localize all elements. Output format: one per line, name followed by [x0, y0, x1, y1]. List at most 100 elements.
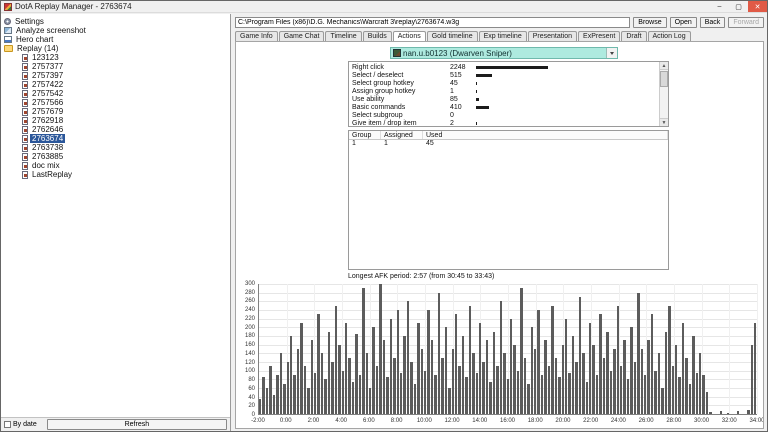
tree-item[interactable]: 2757377: [4, 62, 228, 71]
chart-bar: [468, 305, 472, 414]
close-button[interactable]: ✕: [748, 1, 767, 12]
afk-period-text: Longest AFK period: 2:57 (from 30:45 to …: [348, 273, 495, 280]
chart-bar: [540, 375, 544, 414]
tree-item[interactable]: Replay (14): [4, 44, 228, 53]
scrollbar-thumb[interactable]: [660, 71, 668, 87]
player-select-value: nan.u.b0123 (Dwarven Sniper): [403, 48, 512, 58]
tree-item[interactable]: Settings: [4, 17, 228, 26]
chart-bar: [276, 375, 279, 414]
chart-bar: [351, 381, 355, 414]
by-date-checkbox[interactable]: [4, 421, 11, 428]
tree-item[interactable]: 2757422: [4, 80, 228, 89]
scroll-up-icon[interactable]: ▲: [660, 62, 668, 70]
tree-item[interactable]: doc mix: [4, 161, 228, 170]
tab-timeline[interactable]: Timeline: [325, 31, 362, 41]
chart-bar: [492, 331, 496, 414]
chart-bar: [382, 340, 386, 414]
tree-item[interactable]: 2762918: [4, 116, 228, 125]
action-count-row: Basic commands 410: [350, 103, 658, 111]
chart-bar: [516, 370, 520, 414]
tree-item[interactable]: 2763674: [4, 134, 228, 143]
chart-bar: [754, 323, 757, 414]
chart-bar: [589, 323, 592, 414]
tab-expresent[interactable]: ExPresent: [578, 31, 621, 41]
replay-file-icon: [22, 62, 28, 71]
replay-path-input[interactable]: [235, 16, 631, 28]
group-table-cell: 1: [384, 140, 388, 147]
tab-game-info[interactable]: Game Info: [235, 31, 278, 41]
chart-bar: [520, 288, 523, 414]
action-value-bar: [476, 121, 477, 125]
chart-bar: [564, 318, 568, 414]
action-value-bar: [476, 105, 489, 109]
tab-exp-timeline[interactable]: Exp timeline: [478, 31, 527, 41]
chart-bar: [534, 349, 537, 414]
chart-bar: [437, 292, 441, 414]
open-button[interactable]: Open: [669, 16, 697, 28]
address-bar: Browse Open Back Forward: [232, 14, 767, 30]
tree-item[interactable]: 2757679: [4, 107, 228, 116]
group-table-rows: 1 1 45: [349, 140, 668, 148]
actions-scrollbar[interactable]: ▲ ▼: [659, 62, 668, 126]
chart-bar: [637, 292, 640, 414]
chart-bar: [654, 370, 657, 414]
tab-builds[interactable]: Builds: [362, 31, 392, 41]
action-label: Assign group hotkey: [352, 87, 416, 95]
tab-presentation[interactable]: Presentation: [527, 31, 578, 41]
chart-bars: [259, 284, 757, 414]
tab-action-log[interactable]: Action Log: [647, 31, 691, 41]
tree-item-label: 2762918: [32, 116, 64, 125]
window-controls: – ▢ ✕: [710, 1, 767, 12]
maximize-button[interactable]: ▢: [729, 1, 748, 12]
tree-item[interactable]: Hero chart: [4, 35, 228, 44]
tree-item-label: 2757566: [32, 98, 64, 107]
chart-bar: [640, 349, 643, 414]
chart-bar: [269, 366, 272, 414]
tree-item[interactable]: 2757566: [4, 98, 228, 107]
tab-gold-timeline[interactable]: Gold timeline: [426, 31, 478, 41]
tree-item[interactable]: 123123: [4, 53, 228, 62]
action-label: Select subgroup: [352, 111, 403, 119]
tree-item[interactable]: 2763738: [4, 143, 228, 152]
tree-item[interactable]: 2757397: [4, 71, 228, 80]
player-select-dropdown-button[interactable]: [606, 48, 617, 58]
chart-bar: [571, 336, 575, 414]
group-table-cell: 1: [352, 140, 356, 147]
y-tick-label: 100: [244, 368, 255, 375]
chart-bar: [513, 344, 516, 414]
tree-item[interactable]: 2757542: [4, 89, 228, 98]
back-button[interactable]: Back: [699, 16, 726, 28]
replay-file-icon: [22, 143, 28, 152]
replay-file-icon: [22, 71, 28, 80]
player-select[interactable]: nan.u.b0123 (Dwarven Sniper): [390, 47, 618, 59]
chart-icon: [4, 36, 12, 43]
tree-item-label: 2757542: [32, 89, 64, 98]
chart-bar: [599, 314, 602, 414]
tree-item[interactable]: LastReplay: [4, 170, 228, 179]
group-hotkey-table: Group Assigned Used 1 1 45: [348, 130, 669, 270]
apm-chart: 0 20 40 60 80 100 120 140 160 180 200 220 240 260 280 3…: [242, 281, 763, 424]
chart-bar: [289, 336, 293, 414]
chart-bar: [307, 388, 310, 414]
replay-file-icon: [22, 89, 28, 98]
tree-item-label: 2757377: [32, 62, 64, 71]
chart-bar: [410, 362, 413, 414]
scroll-down-icon[interactable]: ▼: [660, 118, 668, 126]
group-table-cell: 45: [426, 140, 434, 147]
tree-item[interactable]: 2763885: [4, 152, 228, 161]
y-tick-label: 120: [244, 359, 255, 366]
action-count-row: Right click 2248: [350, 63, 658, 71]
tree-item-label: 2763674: [30, 134, 66, 143]
minimize-button[interactable]: –: [710, 1, 729, 12]
tree-item[interactable]: Analyze screenshot: [4, 26, 228, 35]
y-tick-label: 160: [244, 342, 255, 349]
tab-game-chat[interactable]: Game Chat: [278, 31, 325, 41]
chart-bar: [499, 301, 503, 414]
tab-draft[interactable]: Draft: [621, 31, 647, 41]
x-tick-label: 8:00: [390, 418, 403, 424]
tree-item[interactable]: 2762646: [4, 125, 228, 134]
browse-button[interactable]: Browse: [633, 16, 667, 28]
x-tick-label: 16:00: [499, 418, 516, 424]
chart-bar: [674, 344, 678, 414]
refresh-button[interactable]: Refresh: [46, 419, 227, 430]
